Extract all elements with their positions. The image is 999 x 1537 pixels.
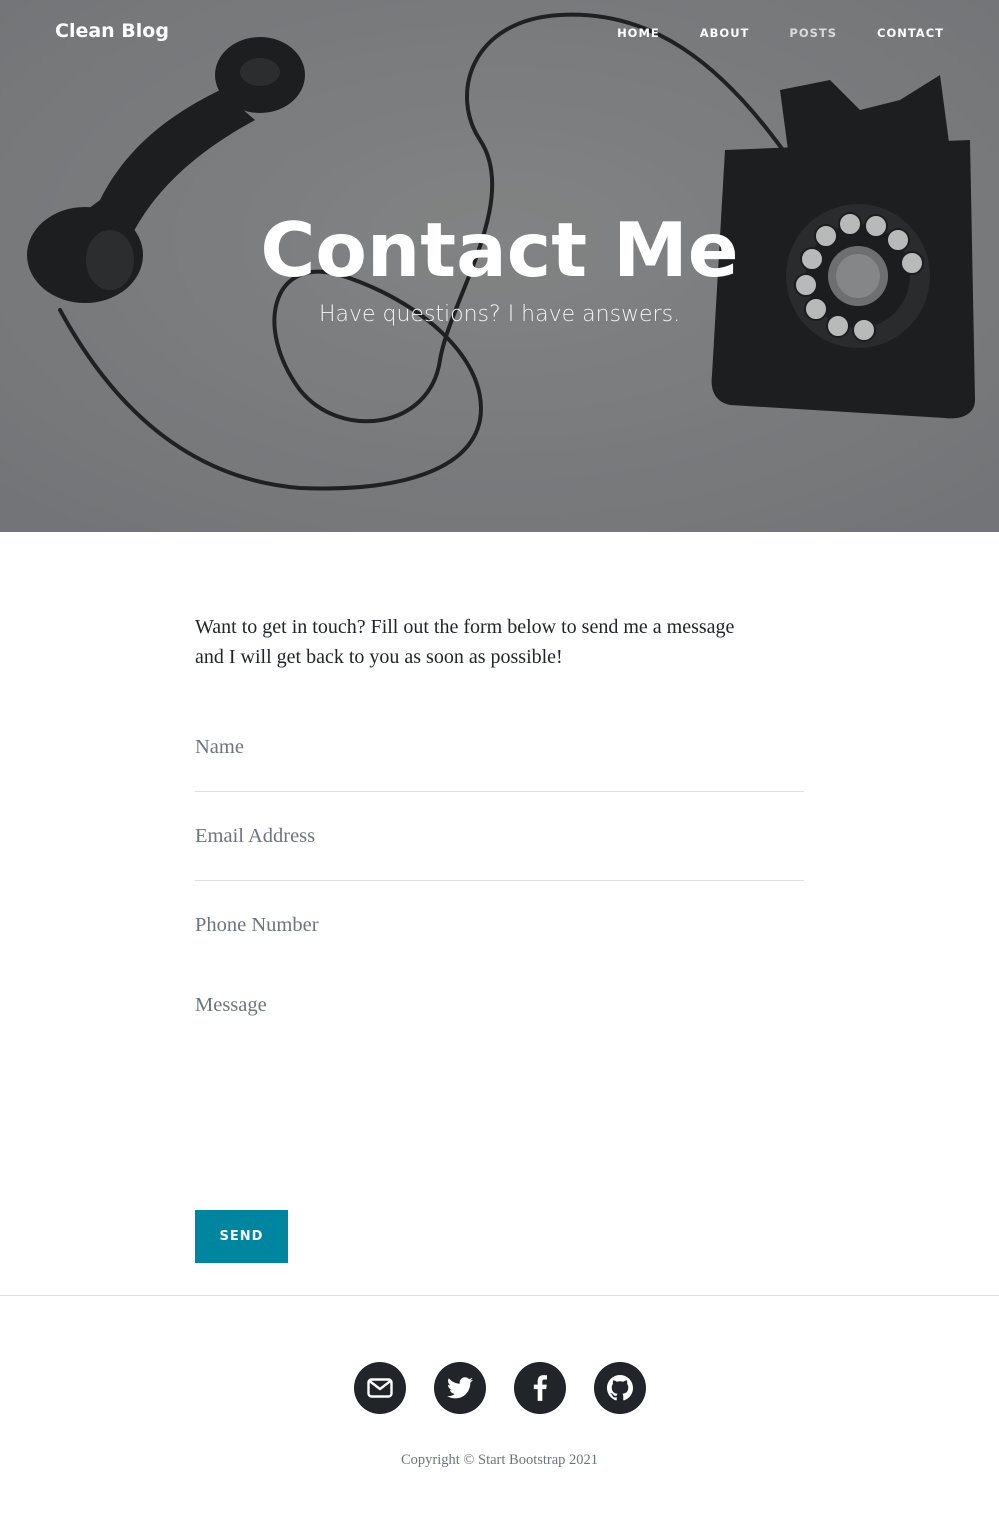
message-textarea[interactable] bbox=[195, 994, 804, 1144]
copyright-text: Copyright © Start Bootstrap 2021 bbox=[400, 1452, 599, 1468]
page-title: Contact Me bbox=[260, 206, 739, 294]
nav-link-home[interactable]: Home bbox=[617, 26, 660, 40]
email-input[interactable] bbox=[195, 822, 804, 850]
email-input-underline bbox=[195, 880, 804, 881]
send-button[interactable]: Send bbox=[195, 1210, 288, 1263]
brand-logo-link[interactable]: Clean Blog bbox=[55, 20, 169, 42]
nav-link-contact[interactable]: Contact bbox=[877, 26, 944, 40]
envelope-icon bbox=[367, 1378, 393, 1398]
navbar: Clean Blog Home About Posts Contact bbox=[0, 0, 999, 68]
page-subtitle: Have questions? I have answers. bbox=[318, 302, 681, 327]
social-links bbox=[0, 1362, 999, 1414]
facebook-icon bbox=[533, 1375, 547, 1401]
twitter-link[interactable] bbox=[434, 1362, 486, 1414]
nav-menu: Home About Posts Contact bbox=[617, 26, 944, 40]
phone-input[interactable] bbox=[195, 911, 804, 939]
name-input[interactable] bbox=[195, 733, 804, 761]
github-link[interactable] bbox=[594, 1362, 646, 1414]
masthead: Clean Blog Home About Posts Contact Cont… bbox=[0, 0, 999, 532]
nav-link-posts[interactable]: Posts bbox=[789, 26, 837, 40]
name-input-underline bbox=[195, 791, 804, 792]
email-link[interactable] bbox=[354, 1362, 406, 1414]
nav-link-about[interactable]: About bbox=[700, 26, 750, 40]
intro-text: Want to get in touch? Fill out the form … bbox=[195, 616, 735, 668]
footer-divider bbox=[0, 1295, 999, 1296]
facebook-link[interactable] bbox=[514, 1362, 566, 1414]
twitter-icon bbox=[447, 1377, 473, 1399]
github-icon bbox=[607, 1375, 633, 1401]
